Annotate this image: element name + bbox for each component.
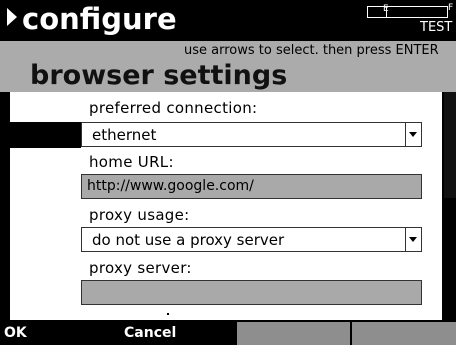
selection-indicator: [10, 122, 81, 148]
softkey-bar: OK Cancel: [0, 320, 456, 345]
play-arrow-icon: [7, 8, 17, 26]
softkey-3[interactable]: [237, 322, 350, 345]
cancel-label: Cancel: [124, 325, 177, 341]
chevron-down-icon: [409, 132, 417, 137]
battery-icon: [367, 6, 448, 18]
home-url-input[interactable]: http://www.google.com/: [81, 174, 422, 199]
title-bar: configure E F TEST: [0, 0, 456, 41]
proxy-usage-select[interactable]: do not use a proxy server: [81, 227, 422, 252]
proxy-server-label: proxy server:: [89, 259, 192, 277]
mode-label: TEST: [420, 20, 453, 35]
preferred-connection-value: ethernet: [92, 126, 157, 144]
proxy-usage-value: do not use a proxy server: [92, 231, 285, 249]
home-url-label: home URL:: [89, 153, 174, 171]
proxy-usage-label: proxy usage:: [89, 206, 190, 224]
proxy-server-input[interactable]: [81, 280, 422, 305]
section-title: browser settings: [30, 60, 288, 91]
home-url-value: http://www.google.com/: [87, 178, 254, 194]
cancel-button[interactable]: Cancel: [120, 322, 235, 345]
scroll-indicator-dot: [167, 313, 169, 315]
instruction-text: use arrows to select. then press ENTER: [184, 43, 439, 58]
softkey-4[interactable]: [352, 322, 456, 345]
scrollbar-thumb[interactable]: [444, 92, 456, 198]
page-title: configure: [22, 2, 177, 36]
preferred-connection-select[interactable]: ethernet: [81, 122, 422, 147]
ok-button[interactable]: OK: [0, 322, 118, 345]
chevron-down-icon: [409, 237, 417, 242]
preferred-connection-label: preferred connection:: [89, 99, 258, 117]
battery-full-label: F: [448, 3, 454, 13]
ok-label: OK: [4, 325, 27, 341]
dropdown-button[interactable]: [405, 123, 421, 146]
dropdown-button[interactable]: [405, 228, 421, 251]
section-header: use arrows to select. then press ENTER b…: [0, 41, 456, 92]
battery-empty-label: E: [383, 4, 389, 14]
